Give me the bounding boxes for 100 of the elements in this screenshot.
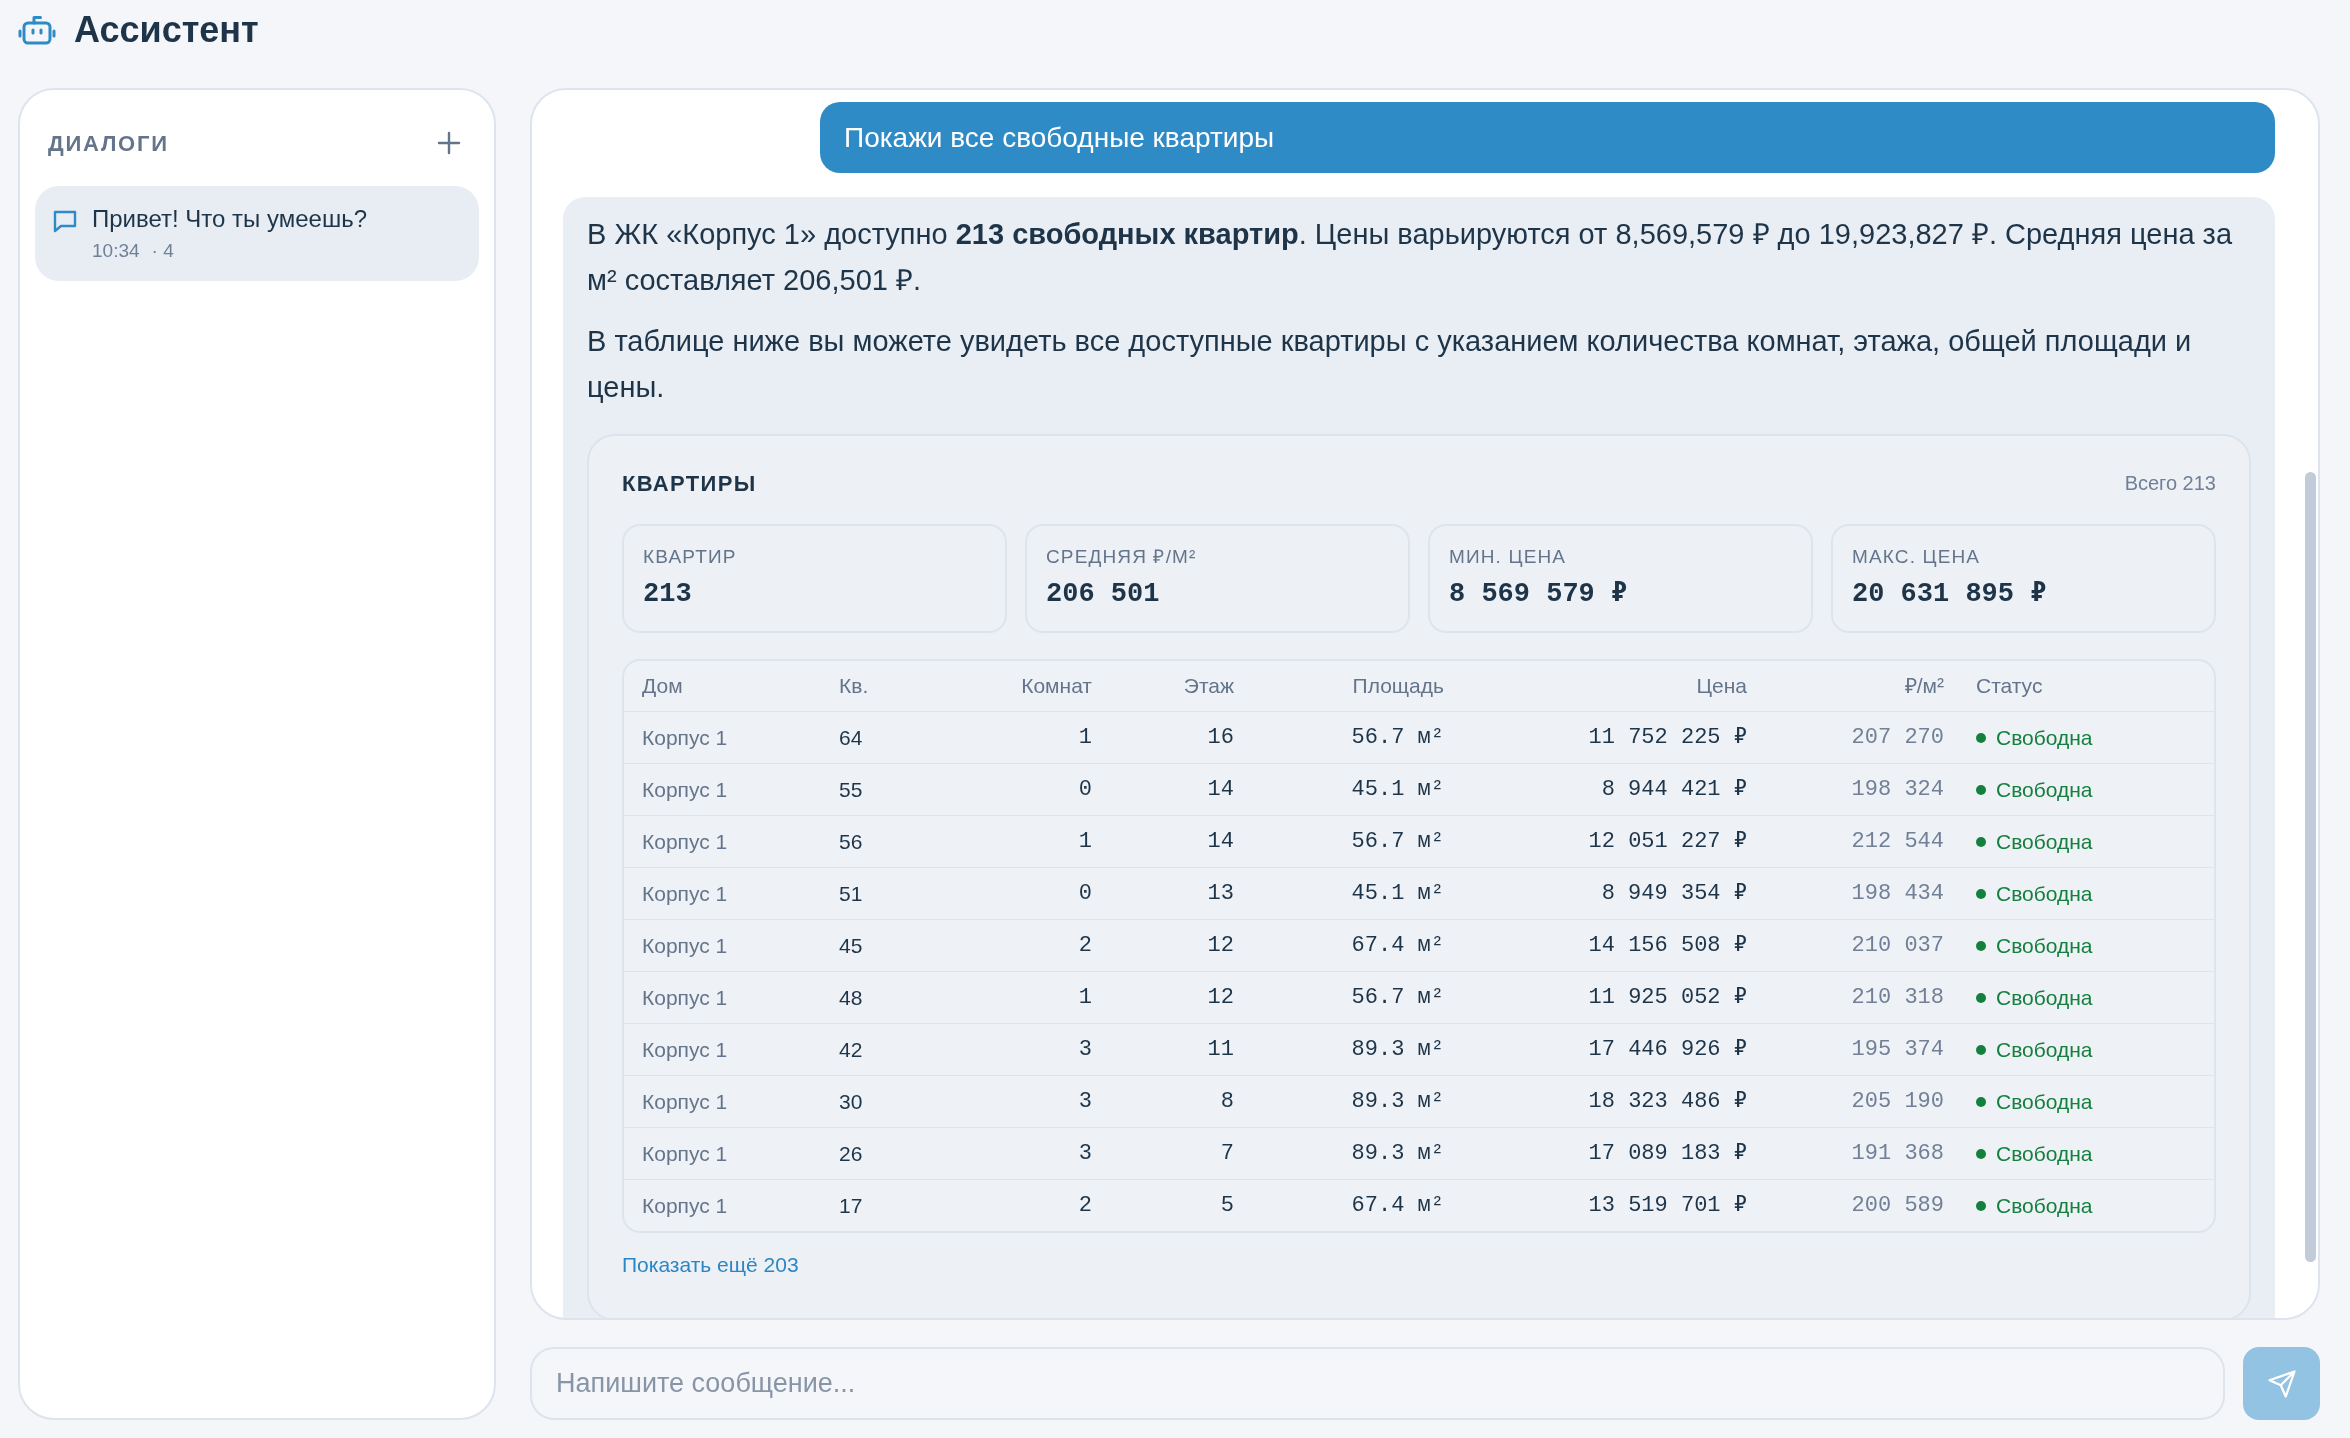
- table-cell-text: 56.7 м²: [1350, 724, 1445, 752]
- table-cell-text: 5: [1219, 1192, 1235, 1220]
- table-cell-text: 1: [1077, 828, 1093, 856]
- table-cell-text: 195 374: [1850, 1036, 1945, 1064]
- table-cell-text: 0: [1077, 776, 1093, 804]
- table-cell-text: 16: [1206, 724, 1235, 752]
- stat-value: 20 631 895 ₽: [1852, 578, 2048, 610]
- table-cell-text: 198 434: [1850, 880, 1945, 908]
- table-cell-text: 200 589: [1850, 1192, 1945, 1220]
- table-cell-text: Корпус 1: [641, 828, 729, 855]
- table-cell-text: 8: [1219, 1088, 1235, 1116]
- table-cell-text: 26: [838, 1140, 864, 1167]
- status-dot-icon: [1976, 784, 1986, 795]
- column-header: Этаж: [1182, 673, 1235, 700]
- table-cell-text: 12 051 227 ₽: [1587, 828, 1748, 856]
- message-text: В таблице ниже вы можете увидеть все доступные квартиры с указанием количества комнат, этажа, общей площади и цены.: [587, 324, 2193, 405]
- message-text: В ЖК «Корпус 1» доступно 213 свободных квартир. Цены варьируются от 8,569,579 ₽ до 19,923,827 ₽. Средняя цена за м² составляет 206,501 ₽.: [587, 217, 2233, 298]
- table-cell-text: 11 925 052 ₽: [1587, 984, 1748, 1012]
- conversation-title: Привет! Что ты умеешь?: [92, 204, 368, 234]
- stat-value: 213: [643, 578, 693, 610]
- status-dot-icon: [1976, 836, 1986, 847]
- table-cell-text: 30: [838, 1088, 864, 1115]
- table-cell-text: 17 089 183 ₽: [1587, 1140, 1748, 1168]
- status-dot-icon: [1976, 1200, 1986, 1211]
- table-cell-text: 3: [1077, 1140, 1093, 1168]
- table-cell-text: 13: [1206, 880, 1235, 908]
- table-cell-text: 17 446 926 ₽: [1587, 1036, 1748, 1064]
- status-label: Свободна: [1996, 1140, 2093, 1167]
- status-dot-icon: [1976, 1096, 1986, 1107]
- table-cell-text: 2: [1077, 1192, 1093, 1220]
- table-cell-text: 89.3 м²: [1350, 1036, 1445, 1064]
- table-cell-text: 2: [1077, 932, 1093, 960]
- table-cell-text: 42: [838, 1036, 864, 1063]
- status-dot-icon: [1976, 1044, 1986, 1055]
- table-cell-text: 67.4 м²: [1350, 932, 1445, 960]
- table-cell-text: 17: [838, 1192, 864, 1219]
- status-label: Свободна: [1996, 1088, 2093, 1115]
- table-cell-text: 64: [838, 724, 864, 751]
- table-cell-text: 55: [838, 776, 864, 803]
- table-cell-text: 11 752 225 ₽: [1587, 724, 1748, 752]
- table-cell-text: 89.3 м²: [1350, 1140, 1445, 1168]
- card-title: КВАРТИРЫ: [622, 469, 757, 498]
- table-cell-text: Корпус 1: [641, 1140, 729, 1167]
- column-header: Статус: [1975, 673, 2044, 700]
- total-count: Всего 213: [2124, 471, 2216, 496]
- table-cell-text: Корпус 1: [641, 1036, 729, 1063]
- chat-bubble-icon: [52, 209, 78, 233]
- column-header: Комнат: [1020, 673, 1093, 700]
- message-input[interactable]: Напишите сообщение...: [530, 1347, 2225, 1420]
- table-cell-text: 67.4 м²: [1350, 1192, 1445, 1220]
- stat-value: 8 569 579 ₽: [1449, 578, 1629, 610]
- column-header: Кв.: [838, 673, 870, 700]
- user-message: Покажи все свободные квартиры: [820, 102, 2275, 173]
- table-cell-text: 7: [1219, 1140, 1235, 1168]
- table-cell-text: 12: [1206, 984, 1235, 1012]
- message-count: · 4: [151, 239, 174, 263]
- send-icon: [2266, 1368, 2297, 1399]
- table-cell-text: Корпус 1: [641, 1088, 729, 1115]
- table-cell-text: 8 949 354 ₽: [1600, 880, 1748, 908]
- stat-label: МИН. ЦЕНА: [1449, 545, 1568, 569]
- status-dot-icon: [1976, 888, 1986, 899]
- table-cell-text: 205 190: [1850, 1088, 1945, 1116]
- robot-icon: [18, 14, 56, 46]
- scrollbar[interactable]: [2305, 472, 2316, 1262]
- table-cell-text: 210 037: [1850, 932, 1945, 960]
- status-dot-icon: [1976, 940, 1986, 951]
- table-cell-text: 45.1 м²: [1350, 776, 1445, 804]
- conversation-item[interactable]: Привет! Что ты умеешь? 10:34 · 4: [35, 186, 479, 281]
- column-header: Площадь: [1351, 673, 1445, 700]
- stat-label: СРЕДНЯЯ ₽/М²: [1046, 545, 1198, 569]
- app-title: Ассистент: [74, 12, 259, 48]
- table-cell-text: 51: [838, 880, 864, 907]
- table-cell-text: 12: [1206, 932, 1235, 960]
- table-cell-text: 45: [838, 932, 864, 959]
- column-header: Дом: [641, 673, 684, 700]
- table-cell-text: Корпус 1: [641, 776, 729, 803]
- table-cell-text: 207 270: [1850, 724, 1945, 752]
- table-cell-text: 56: [838, 828, 864, 855]
- table-cell-text: Корпус 1: [641, 984, 729, 1011]
- table-cell-text: Корпус 1: [641, 724, 729, 751]
- table-cell-text: 14 156 508 ₽: [1587, 932, 1748, 960]
- status-label: Свободна: [1996, 724, 2093, 751]
- column-header: ₽/м²: [1903, 673, 1945, 700]
- table-cell-text: 191 368: [1850, 1140, 1945, 1168]
- table-cell-text: 13 519 701 ₽: [1587, 1192, 1748, 1220]
- table-cell-text: Корпус 1: [641, 1192, 729, 1219]
- table-cell-text: 56.7 м²: [1350, 984, 1445, 1012]
- status-label: Свободна: [1996, 776, 2093, 803]
- table-cell-text: 89.3 м²: [1350, 1088, 1445, 1116]
- table-cell-text: 3: [1077, 1036, 1093, 1064]
- table-cell-text: 8 944 421 ₽: [1600, 776, 1748, 804]
- table-cell-text: 210 318: [1850, 984, 1945, 1012]
- status-dot-icon: [1976, 1148, 1986, 1159]
- table-cell-text: 14: [1206, 776, 1235, 804]
- table-cell-text: 3: [1077, 1088, 1093, 1116]
- status-label: Свободна: [1996, 932, 2093, 959]
- status-label: Свободна: [1996, 1192, 2093, 1219]
- status-dot-icon: [1976, 992, 1986, 1003]
- table-cell-text: 14: [1206, 828, 1235, 856]
- table-cell-text: 48: [838, 984, 864, 1011]
